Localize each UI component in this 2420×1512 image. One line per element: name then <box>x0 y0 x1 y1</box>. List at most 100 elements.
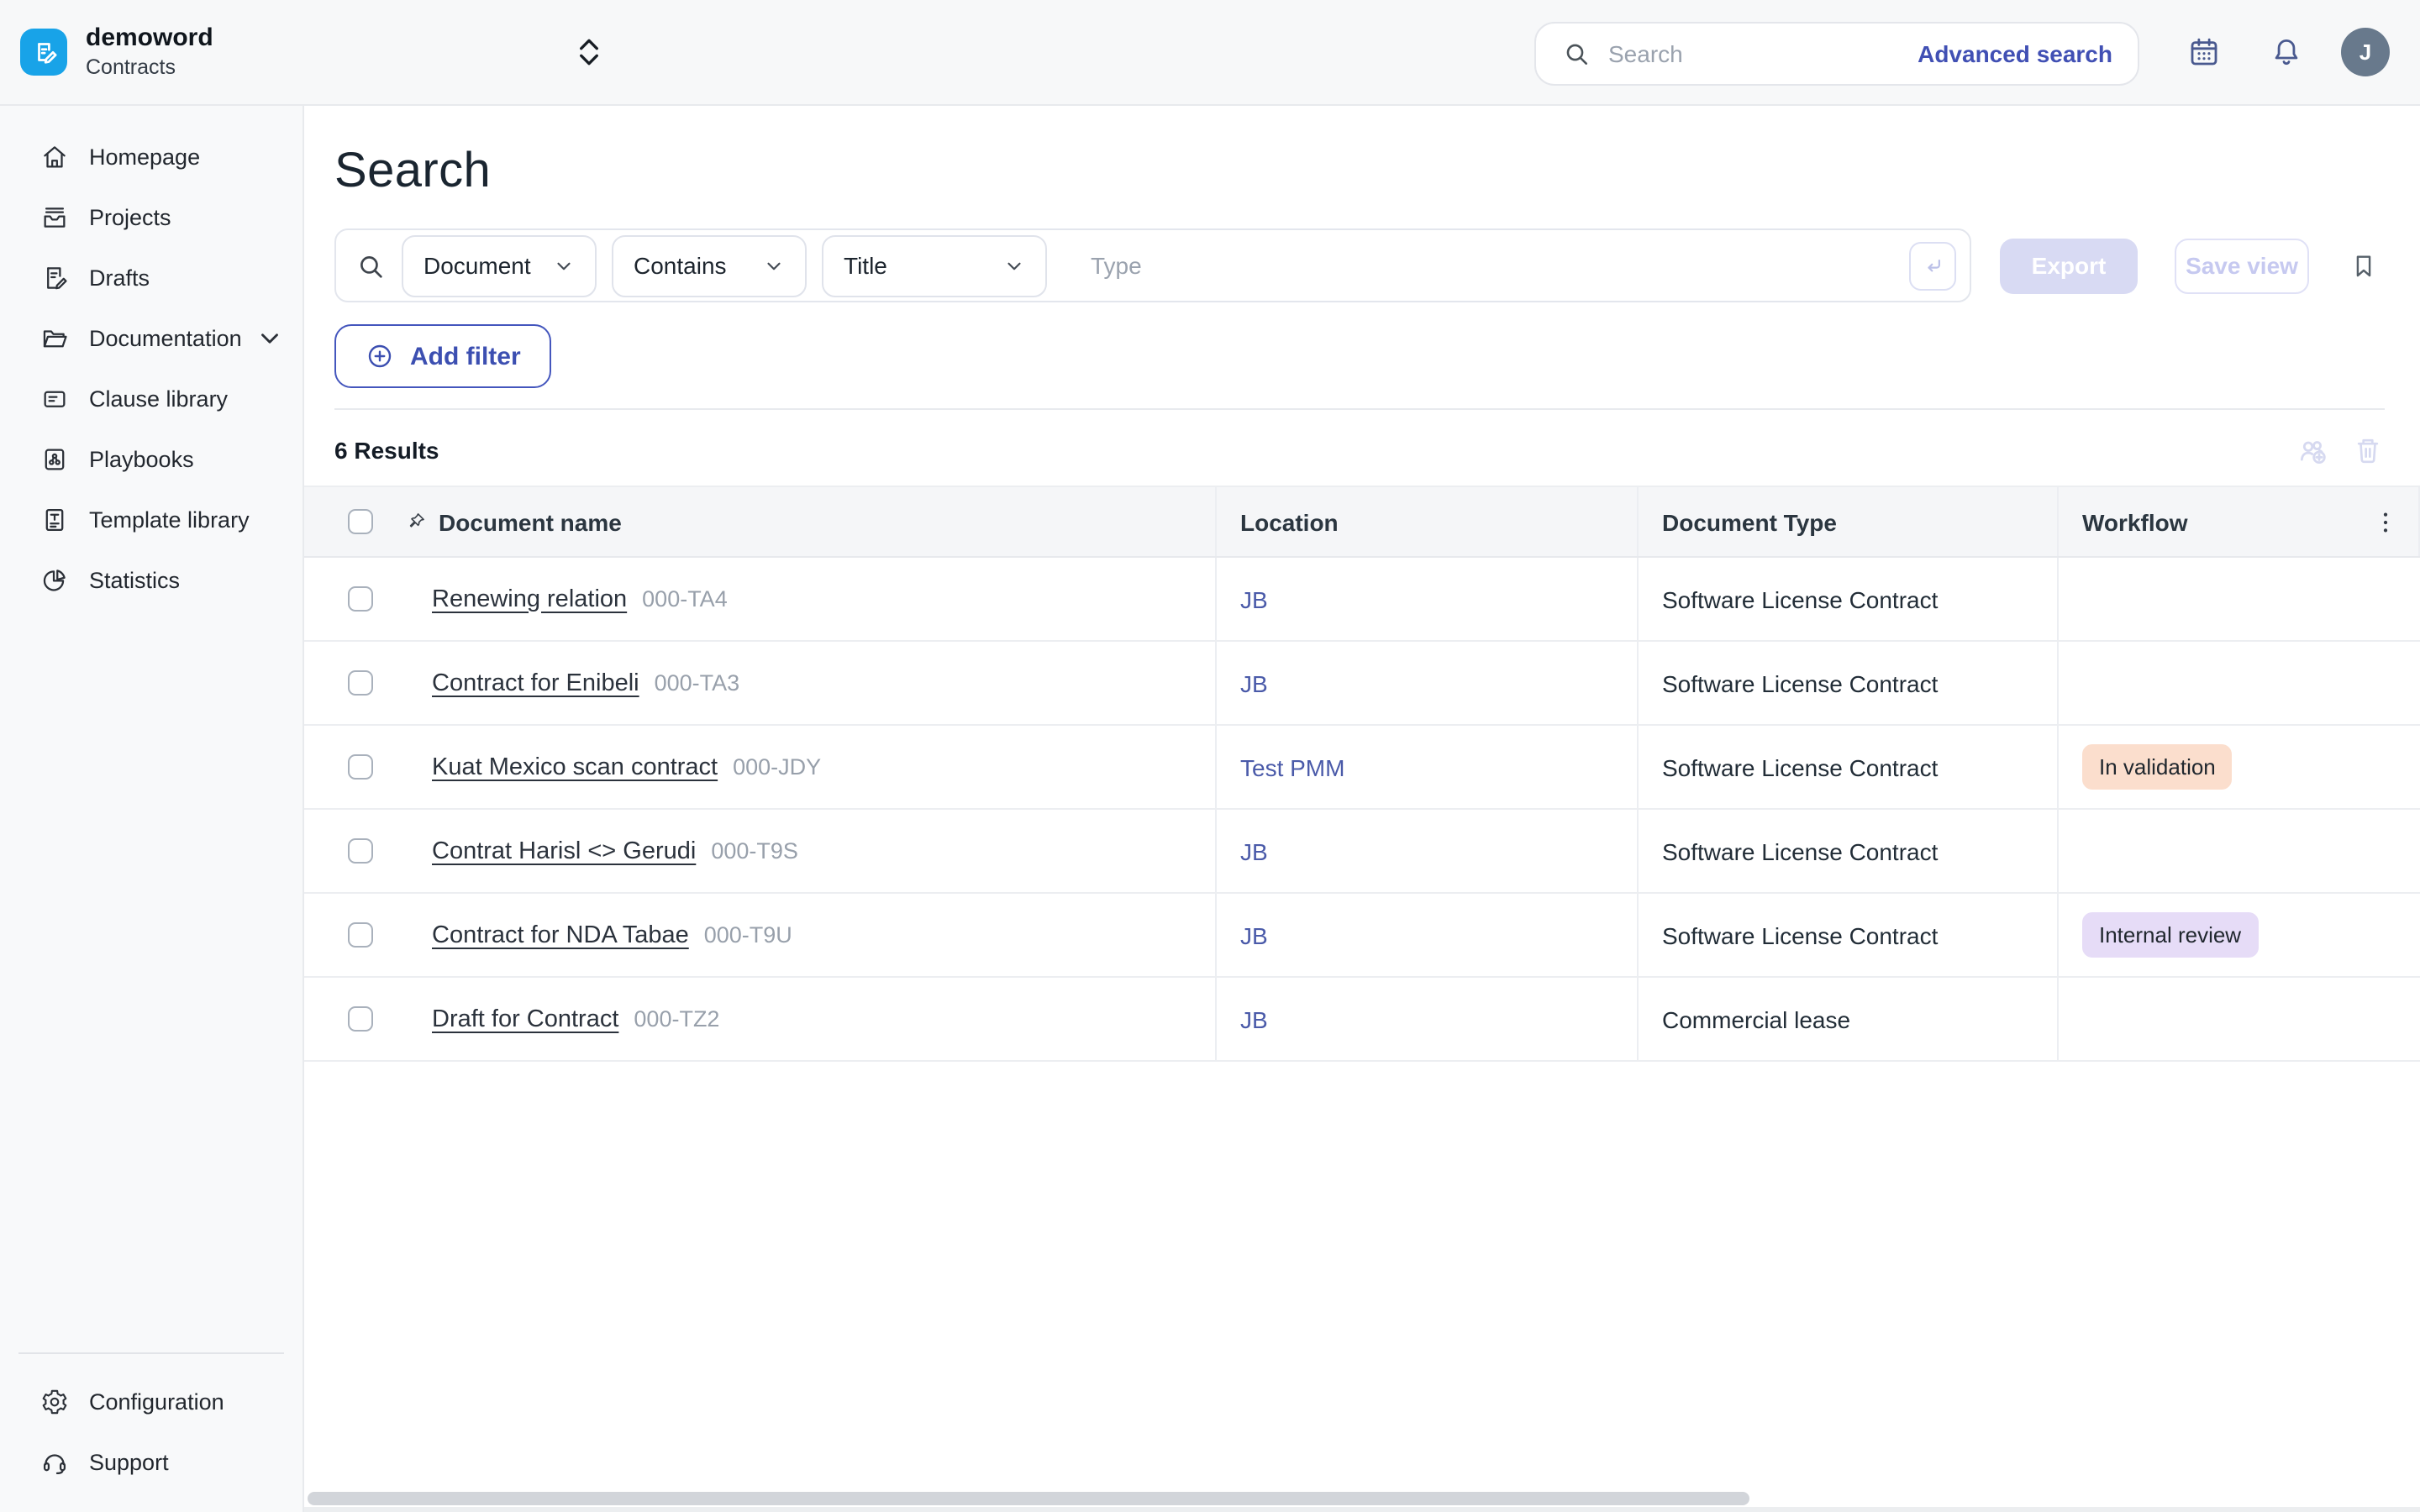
row-checkbox[interactable] <box>348 922 373 948</box>
document-type-cell: Software License Contract <box>1639 894 2059 976</box>
document-type: Commercial lease <box>1662 1005 1850 1032</box>
sidebar-item-playbooks[interactable]: Playbooks <box>0 428 302 489</box>
sidebar-item-drafts[interactable]: Drafts <box>0 247 302 307</box>
sidebar-item-template-library[interactable]: Template library <box>0 489 302 549</box>
search-filter-bar: Document Contains Title <box>334 228 1971 302</box>
sidebar-item-label: Clause library <box>89 386 228 411</box>
filter-attribute-dropdown[interactable]: Title <box>822 234 1047 297</box>
document-name-cell: Draft for Contract000-TZ2 <box>304 978 1217 1060</box>
table-row: Contract for NDA Tabae000-T9U JB Software … <box>304 894 2420 978</box>
calendar-icon[interactable] <box>2186 34 2222 70</box>
row-checkbox[interactable] <box>348 1006 373 1032</box>
sidebar-item-homepage[interactable]: Homepage <box>0 126 302 186</box>
column-label: Document Type <box>1662 508 1837 535</box>
sidebar-item-label: Drafts <box>89 265 150 290</box>
document-name-link[interactable]: Contract for Enibeli <box>432 669 639 696</box>
document-name-link[interactable]: Contract for NDA Tabae <box>432 921 689 948</box>
chevron-down-icon[interactable] <box>255 323 304 352</box>
drafts-icon <box>40 263 89 291</box>
horizontal-scrollbar[interactable] <box>308 1492 1749 1505</box>
location-link[interactable]: JB <box>1240 921 1268 948</box>
search-icon <box>355 249 387 281</box>
gear-icon <box>40 1387 89 1415</box>
user-avatar[interactable]: J <box>2341 28 2390 76</box>
sidebar-item-documentation[interactable]: Documentation <box>0 307 302 368</box>
workflow-cell: In validation <box>2059 726 2420 808</box>
sidebar-item-statistics[interactable]: Statistics <box>0 549 302 610</box>
document-type: Software License Contract <box>1662 753 1938 780</box>
trash-icon[interactable] <box>2351 433 2385 468</box>
sidebar-item-configuration[interactable]: Configuration <box>0 1371 302 1431</box>
row-checkbox[interactable] <box>348 754 373 780</box>
add-users-icon[interactable] <box>2296 433 2331 468</box>
workflow-status-badge: Internal review <box>2082 912 2258 958</box>
location-link[interactable]: JB <box>1240 837 1268 864</box>
row-checkbox[interactable] <box>348 838 373 864</box>
add-filter-button[interactable]: Add filter <box>334 324 551 388</box>
pin-icon[interactable] <box>405 511 427 533</box>
notifications-bell-icon[interactable] <box>2269 34 2304 70</box>
column-label: Location <box>1240 508 1339 535</box>
advanced-search-link[interactable]: Advanced search <box>1918 40 2112 67</box>
document-name-cell: Contract for NDA Tabae000-T9U <box>304 894 1217 976</box>
sidebar-item-clause-library[interactable]: Clause library <box>0 368 302 428</box>
global-search-bar[interactable]: Advanced search <box>1534 22 2139 86</box>
bookmark-icon[interactable] <box>2349 249 2378 281</box>
filter-operator-dropdown[interactable]: Contains <box>612 234 807 297</box>
template-doc-icon <box>40 505 89 533</box>
search-icon <box>1561 39 1591 69</box>
filter-value-input[interactable] <box>1091 252 1909 279</box>
location-link[interactable]: JB <box>1240 1005 1268 1032</box>
column-header-document-name[interactable]: Document name <box>304 487 1217 556</box>
document-name-link[interactable]: Renewing relation <box>432 585 627 612</box>
workspace-switcher[interactable] <box>578 37 600 67</box>
save-view-button[interactable]: Save view <box>2175 238 2309 293</box>
table-row: Kuat Mexico scan contract000-JDYTest PMM… <box>304 726 2420 810</box>
select-all-checkbox[interactable] <box>348 509 373 534</box>
workflow-cell <box>2059 810 2420 892</box>
sidebar-item-support[interactable]: Support <box>0 1431 302 1492</box>
sidebar-item-label: Homepage <box>89 144 200 169</box>
workflow-cell <box>2059 978 2420 1060</box>
location-link[interactable]: JB <box>1240 669 1268 696</box>
table-options-kebab-icon[interactable] <box>2371 507 2400 536</box>
projects-icon <box>40 202 89 231</box>
table-row: Draft for Contract000-TZ2 JB Commercial le… <box>304 978 2420 1062</box>
column-header-document-type[interactable]: Document Type <box>1639 487 2059 556</box>
table-header-row: Document name Location Document Type Wor… <box>304 486 2420 558</box>
filter-field-dropdown[interactable]: Document <box>402 234 597 297</box>
document-name-link[interactable]: Kuat Mexico scan contract <box>432 753 718 780</box>
top-bar: demoword Contracts Advanced search <box>0 0 2420 106</box>
table-row: Contrat Harisl <> Gerudi000-T9SJBSoftwar… <box>304 810 2420 894</box>
chevron-down-icon <box>553 255 575 276</box>
home-icon <box>40 142 89 171</box>
row-checkbox[interactable] <box>348 586 373 612</box>
column-header-location[interactable]: Location <box>1217 487 1639 556</box>
sidebar-spacer <box>0 610 302 1336</box>
page-title: Search <box>334 144 2385 200</box>
document-code: 000-TA4 <box>642 586 728 612</box>
sidebar-item-label: Template library <box>89 507 250 532</box>
location-link[interactable]: Test PMM <box>1240 753 1344 780</box>
workflow-status-badge: In validation <box>2082 744 2233 790</box>
global-search-input[interactable] <box>1608 40 1918 67</box>
app-identity: demoword Contracts <box>86 22 213 83</box>
app-logo[interactable] <box>20 29 67 76</box>
column-header-workflow[interactable]: Workflow <box>2059 487 2420 556</box>
export-button[interactable]: Export <box>2000 238 2138 293</box>
sidebar: Homepage Projects Drafts Documentation C… <box>0 106 304 1512</box>
document-name-link[interactable]: Draft for Contract <box>432 1005 618 1032</box>
section-divider <box>334 408 2385 410</box>
location-link[interactable]: JB <box>1240 585 1268 612</box>
table-body: Renewing relation 000-TA4 JB Software Licen… <box>304 558 2420 1062</box>
document-name-link[interactable]: Contrat Harisl <> Gerudi <box>432 837 696 864</box>
sidebar-item-label: Support <box>89 1449 169 1474</box>
table-row: Contract for Enibeli000-TA3JBSoftware Li… <box>304 642 2420 726</box>
location-cell: JB <box>1217 558 1639 640</box>
apply-filter-button[interactable] <box>1909 241 1956 290</box>
sidebar-item-projects[interactable]: Projects <box>0 186 302 247</box>
chevron-down-icon <box>1003 255 1025 276</box>
row-checkbox[interactable] <box>348 670 373 696</box>
playbook-icon <box>40 444 89 473</box>
document-type-cell: Software License Contract <box>1639 642 2059 724</box>
